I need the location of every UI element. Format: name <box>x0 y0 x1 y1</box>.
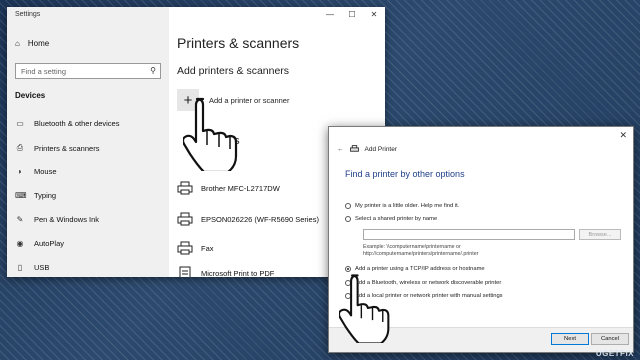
printer-icon: ⎙ <box>16 143 24 152</box>
browse-button[interactable]: Browse... <box>579 229 621 240</box>
add-printer-dialog: ✕ ← Add Printer Find a printer by other … <box>328 126 634 353</box>
window-title: Settings <box>15 11 41 18</box>
sidebar-item-label: Bluetooth & other devices <box>34 119 120 128</box>
printer-name: Microsoft Print to PDF <box>201 268 275 278</box>
dialog-close-button[interactable]: ✕ <box>619 130 627 141</box>
radio-button-selected[interactable] <box>345 266 351 272</box>
sidebar-item-autoplay[interactable]: ◉ AutoPlay <box>15 239 65 248</box>
printer-name: Brother MFC-L2717DW <box>201 183 280 193</box>
printer-item[interactable]: Fax <box>177 241 214 255</box>
sidebar-home[interactable]: ⌂ Home <box>15 39 49 48</box>
radio-button[interactable] <box>345 216 351 222</box>
dialog-header: ← Add Printer <box>337 145 397 153</box>
usb-icon: ▯ <box>17 263 23 272</box>
dialog-heading: Find a printer by other options <box>345 169 465 179</box>
pen-icon: ✎ <box>16 215 24 224</box>
autoplay-icon: ◉ <box>16 239 24 248</box>
sidebar-item-label: Pen & Windows Ink <box>34 215 100 224</box>
sidebar-item-typing[interactable]: ⌨ Typing <box>15 191 56 200</box>
maximize-button[interactable]: ☐ <box>341 7 363 22</box>
printer-icon <box>349 145 359 152</box>
add-section-heading: Add printers & scanners <box>177 65 290 77</box>
settings-titlebar: Settings — ☐ ✕ <box>7 7 385 22</box>
cancel-button[interactable]: Cancel <box>591 333 629 345</box>
option-label: Add a printer using a TCP/IP address or … <box>355 266 485 272</box>
watermark-logo: UGETFIX <box>595 349 634 358</box>
sidebar-item-usb[interactable]: ▯ USB <box>15 263 50 272</box>
sidebar-item-label: Typing <box>34 191 57 200</box>
printer-item[interactable]: Brother MFC-L2717DW <box>177 181 280 195</box>
sidebar-item-mouse[interactable]: ◗ Mouse <box>15 167 57 176</box>
sidebar-item-label: Mouse <box>34 167 57 176</box>
search-placeholder: Find a setting <box>21 67 67 76</box>
option-label: Select a shared printer by name <box>355 216 438 222</box>
radio-button[interactable] <box>345 203 351 209</box>
printer-name: Fax <box>201 243 214 253</box>
close-button[interactable]: ✕ <box>363 7 385 22</box>
home-label: Home <box>27 39 50 48</box>
back-arrow-icon[interactable]: ← <box>337 146 344 153</box>
sidebar-section-devices: Devices <box>15 91 46 100</box>
sidebar-item-label: AutoPlay <box>34 239 65 248</box>
example-text: Example: \\computername\printername or h… <box>363 244 478 258</box>
example-line: Example: \\computername\printername or <box>363 244 461 250</box>
search-icon: ⚲ <box>150 66 156 75</box>
home-icon: ⌂ <box>15 39 20 48</box>
sidebar-item-printers[interactable]: ⎙ Printers & scanners <box>15 143 100 153</box>
printer-name: EPSON026226 (WF-R5690 Series) <box>201 214 319 224</box>
option-older-printer[interactable]: My printer is a little older. Help me fi… <box>345 203 459 209</box>
printer-icon <box>177 212 193 226</box>
pointer-hand-icon <box>339 274 390 343</box>
next-button[interactable]: Next <box>551 333 589 345</box>
bluetooth-icon: ▭ <box>16 119 24 128</box>
shared-printer-input[interactable] <box>363 229 575 240</box>
sidebar-item-bluetooth[interactable]: ▭ Bluetooth & other devices <box>15 119 119 128</box>
search-input[interactable]: Find a setting ⚲ <box>15 63 161 79</box>
sidebar-item-label: USB <box>34 263 50 272</box>
printer-item[interactable]: EPSON026226 (WF-R5690 Series) <box>177 212 319 226</box>
pointer-hand-icon <box>183 97 238 171</box>
pdf-printer-icon <box>179 266 191 277</box>
dialog-title: Add Printer <box>364 145 398 153</box>
minimize-button[interactable]: — <box>319 7 341 22</box>
page-title: Printers & scanners <box>177 35 300 51</box>
mouse-icon: ◗ <box>17 167 23 176</box>
printer-icon <box>177 181 193 195</box>
sidebar-item-label: Printers & scanners <box>34 143 100 153</box>
example-line: http://computername/printers/printername… <box>363 251 479 257</box>
printer-item[interactable]: Microsoft Print to PDF <box>177 266 274 277</box>
sidebar-item-pen[interactable]: ✎ Pen & Windows Ink <box>15 215 99 224</box>
keyboard-icon: ⌨ <box>15 191 27 200</box>
fax-icon <box>177 241 193 255</box>
option-tcpip[interactable]: Add a printer using a TCP/IP address or … <box>345 266 485 272</box>
option-shared-printer[interactable]: Select a shared printer by name <box>345 216 437 222</box>
option-label: My printer is a little older. Help me fi… <box>355 203 460 209</box>
